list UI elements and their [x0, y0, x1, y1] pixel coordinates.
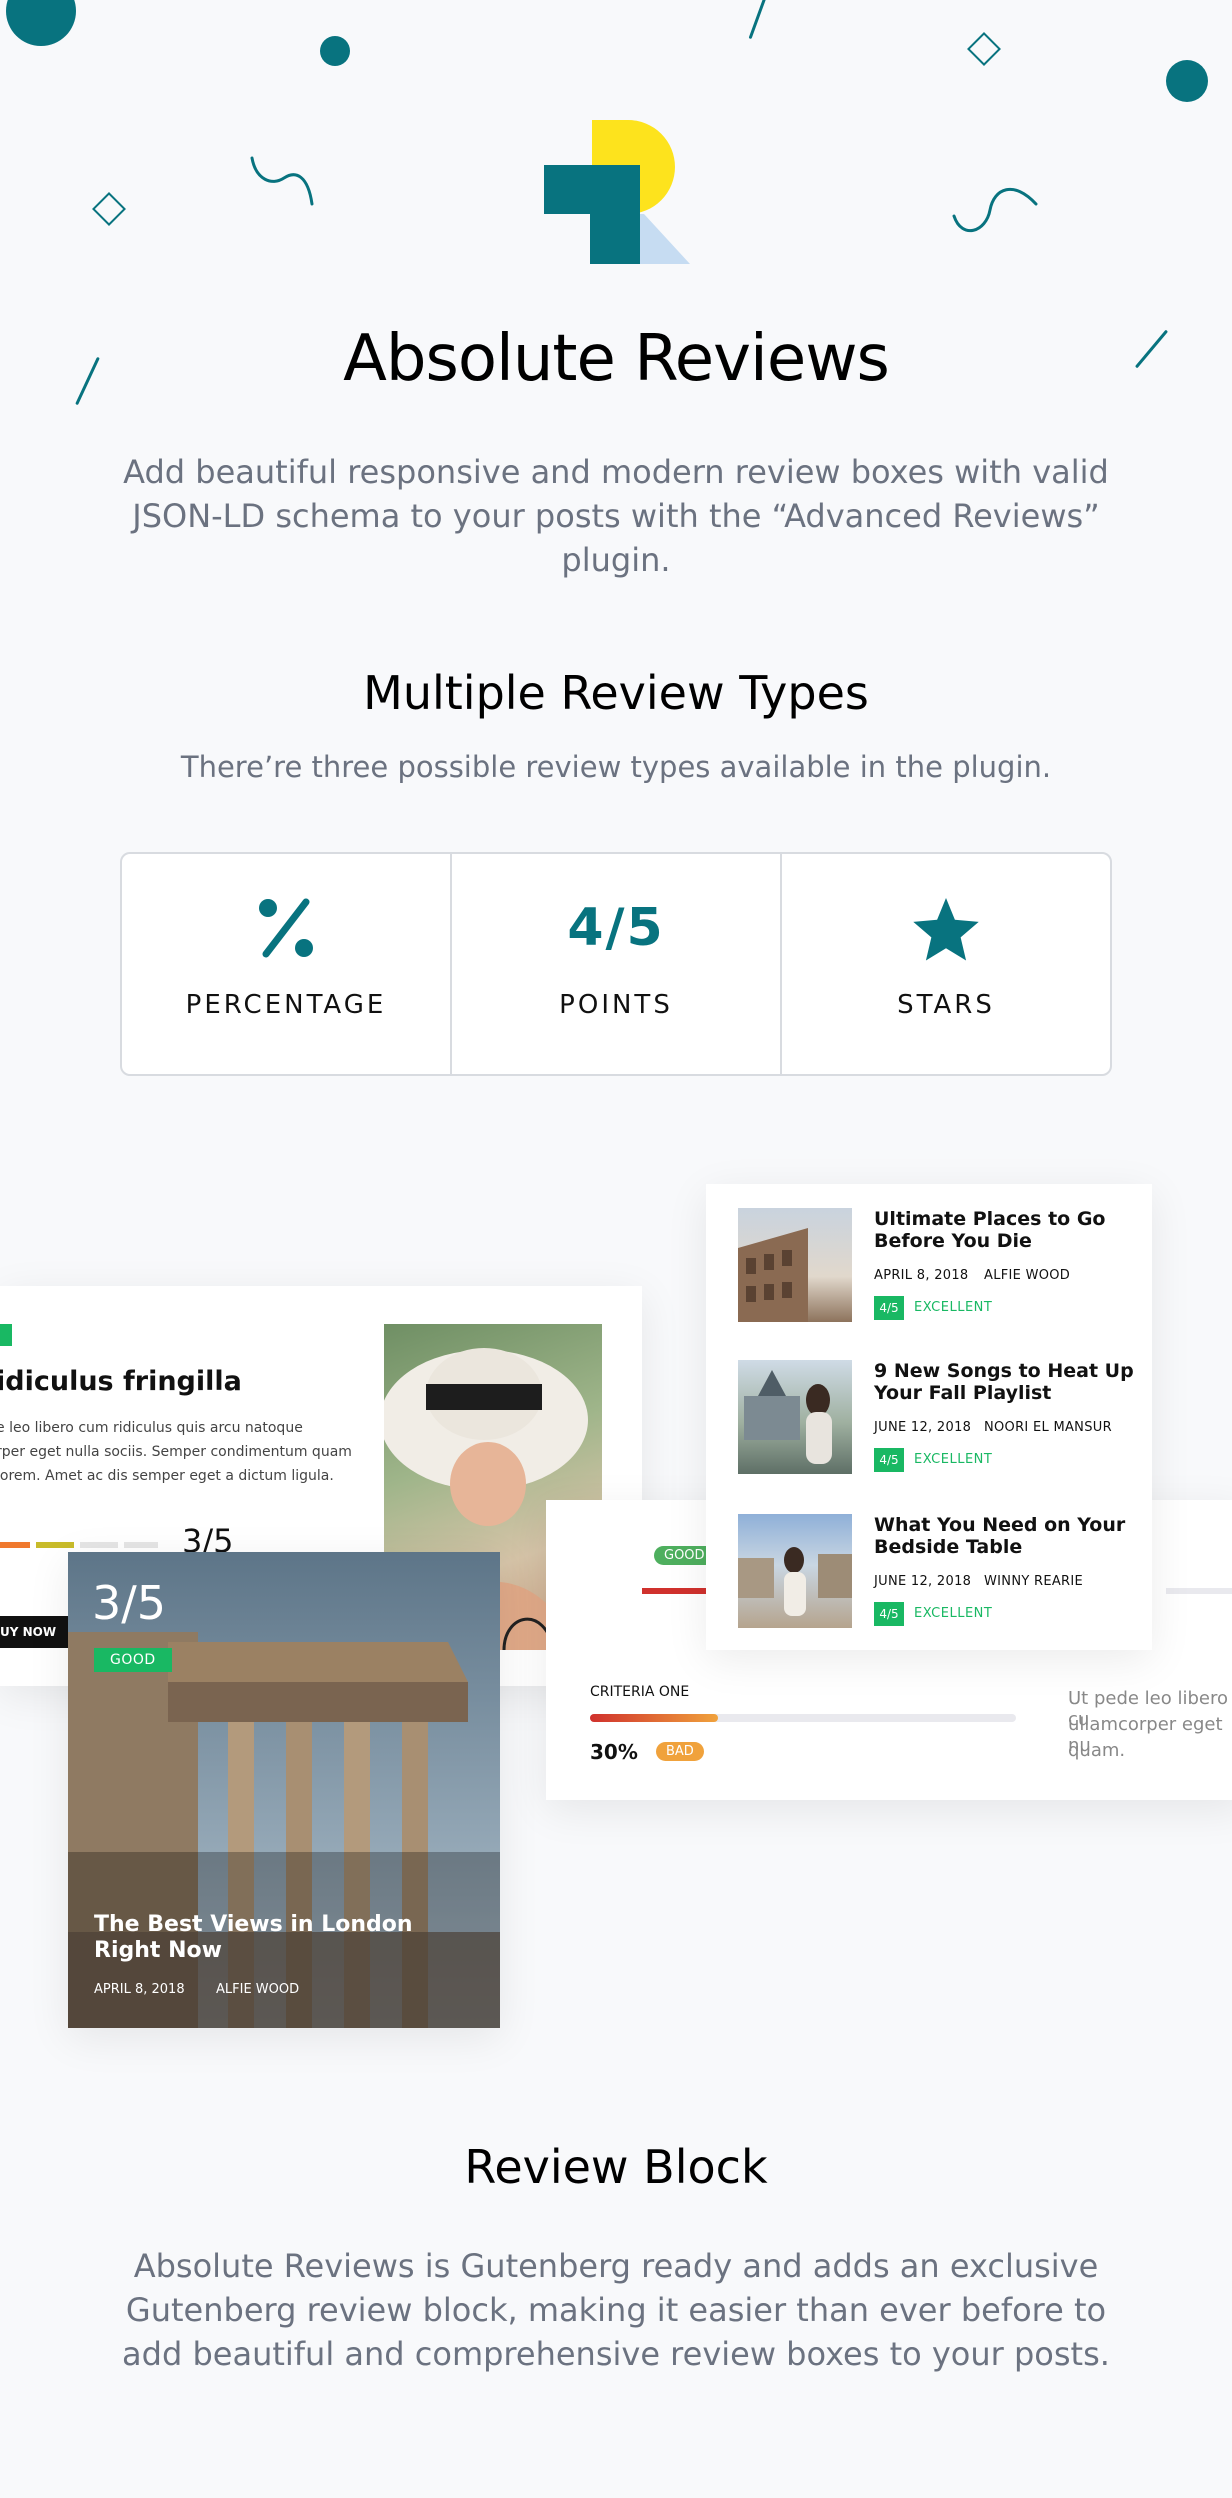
review-types-subheading: There’re three possible review types ava…: [180, 750, 1052, 784]
list-item-thumbnail[interactable]: [738, 1208, 852, 1322]
confetti-dot: [1166, 60, 1208, 102]
review-list-card: Ultimate Places to Go Before You Die APR…: [706, 1184, 1152, 1650]
review-type-points: 4/5 POINTS: [452, 854, 782, 1074]
overlay-score: 3/5: [92, 1576, 167, 1630]
confetti-squiggle: [952, 187, 1038, 233]
review-type-label: POINTS: [559, 990, 673, 1020]
absolute-reviews-logo: [544, 120, 690, 264]
list-item-title[interactable]: 9 New Songs to Heat Up Your Fall Playlis…: [874, 1360, 1134, 1404]
review-type-label: PERCENTAGE: [185, 990, 387, 1020]
list-item-rating-label: EXCELLENT: [914, 1300, 993, 1315]
colosseum-illustration: [738, 1228, 808, 1322]
star-icon: [913, 898, 979, 961]
review-type-stars: STARS: [782, 854, 1110, 1074]
overlay-title: The Best Views in London Right Now: [94, 1912, 413, 1963]
list-item-title[interactable]: What You Need on Your Bedside Table: [874, 1514, 1134, 1558]
criteria-label: CRITERIA ONE: [590, 1684, 690, 1700]
review-block-description: Absolute Reviews is Gutenberg ready and …: [122, 2247, 1110, 2373]
overlay-author: ALFIE WOOD: [216, 1982, 300, 1997]
review-card-excerpt-line: lorem. Amet ac dis semper eget a dictum …: [0, 1468, 334, 1484]
criteria-side-text-line: quam.: [1068, 1740, 1126, 1761]
confetti-squiggle: [250, 156, 314, 206]
score-bar-segment: [124, 1542, 158, 1548]
list-item-score: 4/5: [874, 1448, 904, 1472]
list-item-title[interactable]: Ultimate Places to Go Before You Die: [874, 1208, 1134, 1252]
review-card-overlay[interactable]: 3/5 GOOD The Best Views in London Right …: [68, 1552, 500, 2028]
confetti-diamond: [967, 32, 1001, 66]
score-bar-segment: [36, 1542, 74, 1548]
confetti-dot: [6, 0, 76, 46]
confetti-diamond: [92, 192, 126, 226]
review-card-excerpt-line: rper eget nulla sociis. Semper condiment…: [0, 1444, 352, 1460]
list-item-author: NOORI EL MANSUR: [984, 1420, 1112, 1435]
points-icon: 4/5: [567, 898, 665, 958]
buy-now-button[interactable]: UY NOW: [0, 1616, 68, 1648]
review-type-label: STARS: [897, 990, 995, 1020]
overlay-date: APRIL 8, 2018: [94, 1982, 185, 1997]
review-types-box: PERCENTAGE 4/5 POINTS STARS: [120, 852, 1112, 1076]
list-item-rating-label: EXCELLENT: [914, 1606, 993, 1621]
list-item-date: APRIL 8, 2018: [874, 1268, 969, 1283]
overlay-good-badge: GOOD: [94, 1648, 172, 1672]
review-card-excerpt-line: e leo libero cum ridiculus quis arcu nat…: [0, 1420, 303, 1436]
list-item-score: 4/5: [874, 1296, 904, 1320]
list-item-thumbnail[interactable]: [738, 1514, 852, 1628]
page-title: Absolute Reviews: [343, 322, 890, 396]
confetti-line: [748, 0, 767, 40]
review-card-title: idiculus fringilla: [0, 1366, 242, 1397]
list-item-author: ALFIE WOOD: [984, 1268, 1071, 1283]
criteria-bad-badge: BAD: [656, 1742, 704, 1761]
criteria-percent: 30%: [590, 1740, 638, 1764]
list-item-thumbnail[interactable]: [738, 1360, 852, 1474]
list-item-author: WINNY REARIE: [984, 1574, 1084, 1589]
score-bar-segment: [0, 1542, 30, 1548]
square-woman-illustration: [738, 1547, 852, 1616]
list-item-rating-label: EXCELLENT: [914, 1452, 993, 1467]
score-bar-segment: [80, 1542, 118, 1548]
accent-mark: [0, 1324, 12, 1346]
list-item-score: 4/5: [874, 1602, 904, 1626]
confetti-dot: [320, 36, 350, 66]
review-types-heading: Multiple Review Types: [363, 666, 869, 720]
hero-description: Add beautiful responsive and modern revi…: [123, 453, 1109, 579]
castle-woman-illustration: [744, 1370, 832, 1464]
review-block-heading: Review Block: [464, 2140, 768, 2194]
list-item-date: JUNE 12, 2018: [874, 1574, 972, 1589]
criteria-top-bar-track: [1166, 1588, 1232, 1594]
criteria-progress-fill: [590, 1714, 718, 1722]
list-item-date: JUNE 12, 2018: [874, 1420, 972, 1435]
percent-icon: [259, 898, 313, 958]
review-type-percentage: PERCENTAGE: [122, 854, 452, 1074]
